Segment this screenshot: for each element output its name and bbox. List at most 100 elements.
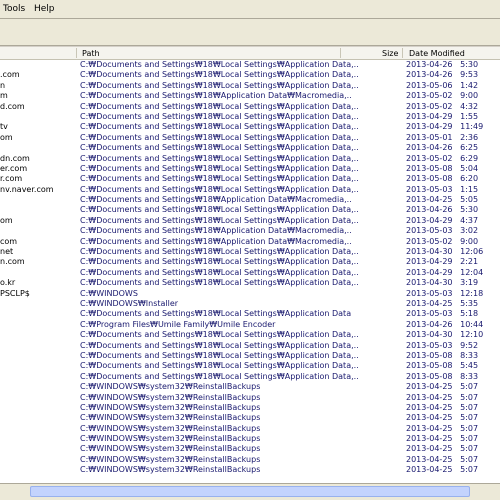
table-row[interactable]: com C:₩Documents and Settings₩18₩Applicat… xyxy=(0,237,500,247)
table-row[interactable]: nv.naver.com C:₩Documents and Settings₩18… xyxy=(0,185,500,195)
column-separator[interactable] xyxy=(340,48,341,58)
cell-path: C:₩Documents and Settings₩18₩Local Setti… xyxy=(80,132,359,142)
cell-date-modified: 2013-04-25 5:07 xyxy=(406,382,479,392)
table-row[interactable]: C:₩Documents and Settings₩18₩Local Setti… xyxy=(0,341,500,351)
table-row[interactable]: C:₩Documents and Settings₩18₩Local Setti… xyxy=(0,372,500,382)
cell-path: C:₩Documents and Settings₩18₩Local Setti… xyxy=(80,350,359,360)
column-separator[interactable] xyxy=(402,48,403,58)
cell-date-modified: 2013-04-30 3:19 xyxy=(406,278,479,288)
cell-name: nv.naver.com xyxy=(0,184,54,194)
cell-date-modified: 2013-04-26 9:53 xyxy=(406,70,479,80)
cell-date-modified: 2013-04-25 5:07 xyxy=(406,402,479,412)
cell-path: C:₩Documents and Settings₩18₩Application… xyxy=(80,236,352,246)
cell-name: net xyxy=(0,247,14,257)
cell-date-modified: 2013-04-25 5:07 xyxy=(406,444,479,454)
table-row[interactable]: C:₩Documents and Settings₩18₩Local Setti… xyxy=(0,330,500,340)
horizontal-scrollbar[interactable] xyxy=(0,483,500,500)
table-row[interactable]: C:₩WINDOWS₩system32₩ReinstallBackups 2013… xyxy=(0,403,500,413)
cell-date-modified: 2013-04-25 5:05 xyxy=(406,195,479,205)
column-separator[interactable] xyxy=(76,48,77,58)
cell-date-modified: 2013-04-25 5:07 xyxy=(406,465,479,475)
table-row[interactable]: om C:₩Documents and Settings₩18₩Local Set… xyxy=(0,133,500,143)
table-row[interactable]: C:₩WINDOWS₩system32₩ReinstallBackups 2013… xyxy=(0,434,500,444)
cell-date-modified: 2013-04-25 5:07 xyxy=(406,454,479,464)
menu-help[interactable]: Help xyxy=(34,4,55,14)
cell-name: n xyxy=(0,80,6,90)
table-row[interactable]: C:₩WINDOWS₩system32₩ReinstallBackups 2013… xyxy=(0,465,500,475)
menu-bar: Tools Help xyxy=(0,0,500,19)
table-row[interactable]: C:₩WINDOWS₩system32₩ReinstallBackups 2013… xyxy=(0,393,500,403)
cell-date-modified: 2013-04-25 5:07 xyxy=(406,413,479,423)
cell-path: C:₩Documents and Settings₩18₩Local Setti… xyxy=(80,174,359,184)
table-row[interactable]: C:₩Documents and Settings₩18₩Local Setti… xyxy=(0,351,500,361)
cell-date-modified: 2013-04-29 4:37 xyxy=(406,215,479,225)
table-row[interactable]: C:₩Documents and Settings₩18₩Local Setti… xyxy=(0,112,500,122)
table-row[interactable]: C:₩Documents and Settings₩18₩Local Setti… xyxy=(0,143,500,153)
table-row[interactable]: .com C:₩Documents and Settings₩18₩Local S… xyxy=(0,70,500,80)
table-row[interactable]: C:₩Documents and Settings₩18₩Application… xyxy=(0,226,500,236)
cell-name: .com xyxy=(0,70,20,80)
cell-date-modified: 2013-05-03 3:02 xyxy=(406,226,479,236)
cell-path: C:₩Documents and Settings₩18₩Application… xyxy=(80,226,352,236)
cell-name: n.com xyxy=(0,257,25,267)
column-header-date[interactable]: Date Modified xyxy=(409,49,465,58)
table-row[interactable]: C:₩Program Files₩Umile Family₩Umile Enco… xyxy=(0,320,500,330)
cell-path: C:₩Documents and Settings₩18₩Local Setti… xyxy=(80,330,359,340)
table-row[interactable]: C:₩WINDOWS₩system32₩ReinstallBackups 2013… xyxy=(0,413,500,423)
scrollbar-thumb[interactable] xyxy=(30,486,470,497)
cell-path: C:₩Documents and Settings₩18₩Local Setti… xyxy=(80,101,359,111)
table-row[interactable]: om C:₩Documents and Settings₩18₩Local Set… xyxy=(0,216,500,226)
table-row[interactable]: r.com C:₩Documents and Settings₩18₩Local … xyxy=(0,174,500,184)
table-row[interactable]: PSCLP$ C:₩WINDOWS 2013-05-03 12:18 xyxy=(0,289,500,299)
cell-path: C:₩WINDOWS₩system32₩ReinstallBackups xyxy=(80,402,261,412)
column-header-path[interactable]: Path xyxy=(82,49,100,58)
table-row[interactable]: C:₩WINDOWS₩system32₩ReinstallBackups 2013… xyxy=(0,455,500,465)
cell-path: C:₩WINDOWS₩system32₩ReinstallBackups xyxy=(80,465,261,475)
cell-date-modified: 2013-05-01 2:36 xyxy=(406,132,479,142)
table-row[interactable]: C:₩Documents and Settings₩18₩Local Setti… xyxy=(0,205,500,215)
table-row[interactable]: n.com C:₩Documents and Settings₩18₩Local … xyxy=(0,257,500,267)
table-row[interactable]: tv C:₩Documents and Settings₩18₩Local Set… xyxy=(0,122,500,132)
cell-date-modified: 2013-04-25 5:35 xyxy=(406,298,479,308)
toolbar xyxy=(0,19,500,46)
cell-date-modified: 2013-04-25 5:07 xyxy=(406,392,479,402)
table-row[interactable]: C:₩WINDOWS₩system32₩ReinstallBackups 2013… xyxy=(0,424,500,434)
table-row[interactable]: n C:₩Documents and Settings₩18₩Local Sett… xyxy=(0,81,500,91)
cell-path: C:₩Documents and Settings₩18₩Local Setti… xyxy=(80,143,359,153)
table-row[interactable]: C:₩WINDOWS₩Installer 2013-04-25 5:35 xyxy=(0,299,500,309)
cell-path: C:₩Documents and Settings₩18₩Local Setti… xyxy=(80,70,359,80)
cell-path: C:₩Documents and Settings₩18₩Local Setti… xyxy=(80,153,359,163)
table-row[interactable]: er.com C:₩Documents and Settings₩18₩Local… xyxy=(0,164,500,174)
cell-date-modified: 2013-05-03 1:15 xyxy=(406,184,479,194)
table-row[interactable]: C:₩WINDOWS₩system32₩ReinstallBackups 2013… xyxy=(0,444,500,454)
table-row[interactable]: C:₩Documents and Settings₩18₩Local Setti… xyxy=(0,268,500,278)
cell-path: C:₩Documents and Settings₩18₩Local Setti… xyxy=(80,267,359,277)
table-row[interactable]: C:₩Documents and Settings₩18₩Local Setti… xyxy=(0,361,500,371)
cell-path: C:₩Documents and Settings₩18₩Local Setti… xyxy=(80,278,359,288)
file-list[interactable]: Path Size Date Modified C:₩Documents and… xyxy=(0,47,500,483)
table-row[interactable]: C:₩Documents and Settings₩18₩Local Setti… xyxy=(0,60,500,70)
table-row[interactable]: C:₩Documents and Settings₩18₩Local Setti… xyxy=(0,309,500,319)
table-row[interactable]: C:₩WINDOWS₩system32₩ReinstallBackups 2013… xyxy=(0,382,500,392)
cell-date-modified: 2013-05-02 6:29 xyxy=(406,153,479,163)
cell-path: C:₩Documents and Settings₩18₩Application… xyxy=(80,91,352,101)
table-row[interactable]: o.kr C:₩Documents and Settings₩18₩Local S… xyxy=(0,278,500,288)
table-row[interactable]: m C:₩Documents and Settings₩18₩Applicatio… xyxy=(0,91,500,101)
cell-path: C:₩WINDOWS₩system32₩ReinstallBackups xyxy=(80,413,261,423)
cell-date-modified: 2013-04-26 10:44 xyxy=(406,319,484,329)
cell-date-modified: 2013-04-26 5:30 xyxy=(406,60,479,69)
column-header-size[interactable]: Size xyxy=(382,49,398,58)
cell-name: d.com xyxy=(0,101,25,111)
table-row[interactable]: net C:₩Documents and Settings₩18₩Local Se… xyxy=(0,247,500,257)
cell-date-modified: 2013-04-26 6:25 xyxy=(406,143,479,153)
list-header: Path Size Date Modified xyxy=(0,47,500,60)
cell-name: o.kr xyxy=(0,278,16,288)
menu-tools[interactable]: Tools xyxy=(3,4,25,14)
cell-name: com xyxy=(0,236,18,246)
cell-date-modified: 2013-04-29 1:55 xyxy=(406,111,479,121)
table-row[interactable]: C:₩Documents and Settings₩18₩Application… xyxy=(0,195,500,205)
table-row[interactable]: d.com C:₩Documents and Settings₩18₩Local … xyxy=(0,102,500,112)
cell-name: m xyxy=(0,91,8,101)
cell-path: C:₩Documents and Settings₩18₩Local Setti… xyxy=(80,309,352,319)
table-row[interactable]: dn.com C:₩Documents and Settings₩18₩Local… xyxy=(0,154,500,164)
